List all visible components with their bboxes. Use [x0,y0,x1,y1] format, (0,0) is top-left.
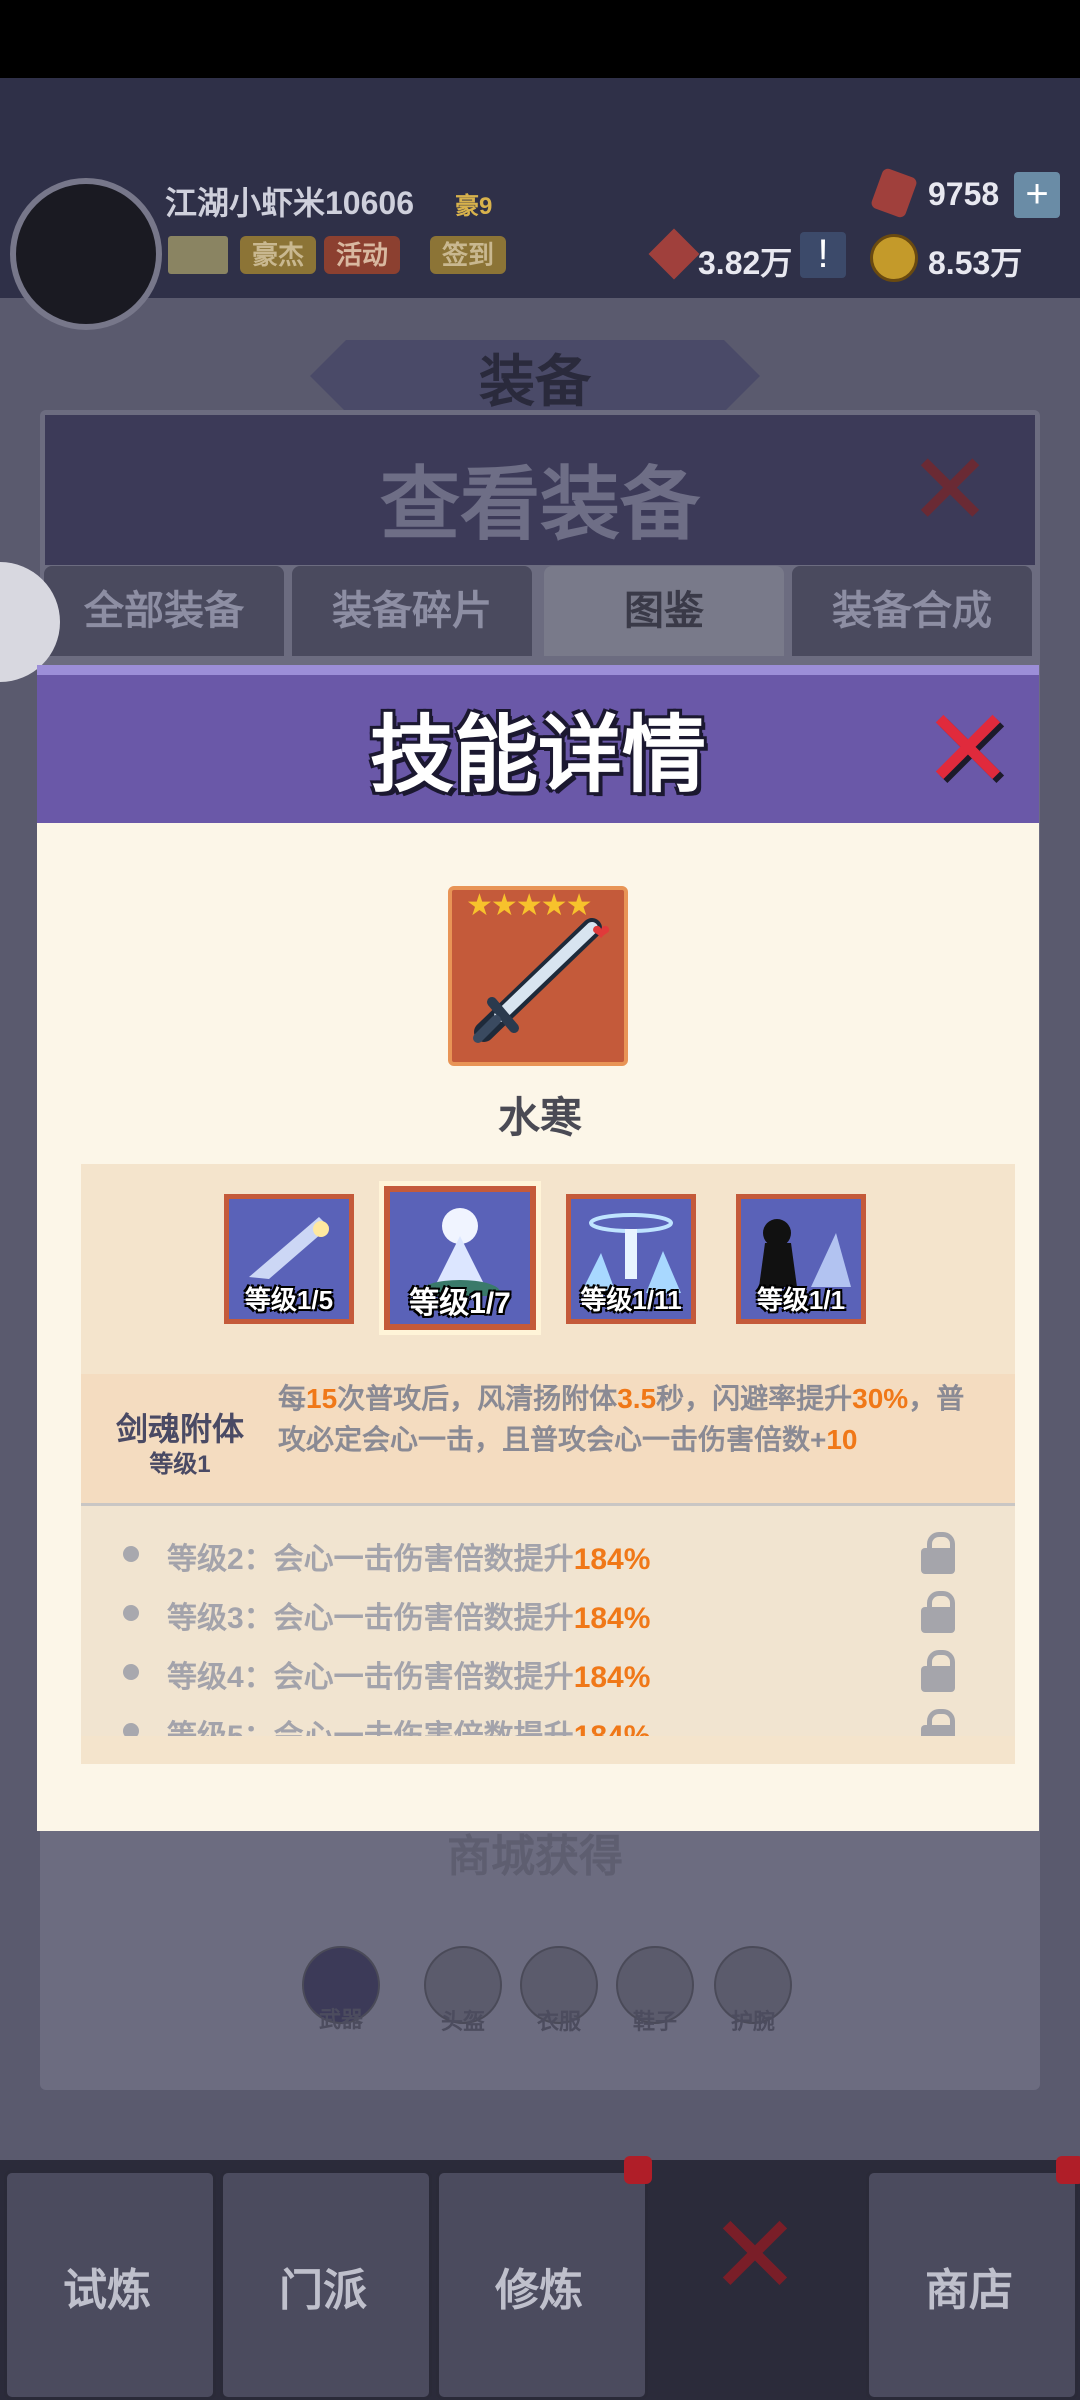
skill-icon-4[interactable]: 等级1/1 [736,1194,866,1324]
nav-trial-label: 试炼 [63,2266,151,2315]
skill-current-level: 等级1 [149,1451,211,1478]
rarity-stars: ★★★★★ [466,889,592,922]
skill-level-3: 等级1/11 [580,1285,682,1315]
slot-shoes-label: 鞋子 [632,2009,677,2034]
nav-sect-label: 门派 [279,2266,367,2315]
vip-badge: 豪9 [455,193,493,220]
desc-value: 3.5 [617,1383,657,1414]
skill-icon-2-selected[interactable]: 等级1/7 [379,1181,541,1335]
desc-value: 10 [826,1424,858,1455]
upgrade-row: 等级2：会心一击伤害倍数提升184% [81,1526,1015,1582]
nav-close-icon[interactable]: ✕ [652,2196,858,2316]
upgrade-value: 184% [574,1720,651,1736]
skill-description: 每15次普攻后，风清扬附体3.5秒，闪避率提升30%，普攻必定会心一击，且普攻会… [278,1378,978,1460]
favorite-heart-icon: ❤ [592,920,611,945]
nav-shop-badge [1056,2156,1080,2184]
upgrade-value: 184% [573,1602,651,1635]
bullet [123,1605,139,1621]
skill-icon-3[interactable]: 等级1/11 [566,1194,696,1324]
slot-weapon-label: 武器 [318,2007,363,2032]
slot-clothes-label: 衣服 [536,2009,581,2034]
upgrade-text: 等级2：会心一击伤害倍数提升184% [167,1534,650,1578]
upgrade-value: 184% [573,1661,651,1694]
red-currency-info-button[interactable]: ! [800,232,846,278]
upgrade-text: 等级5：会心一击伤害倍数提升184% [167,1711,650,1736]
pill-signin[interactable]: 签到 [430,236,507,274]
skill-icon-1[interactable]: 等级1/5 [224,1194,354,1324]
pill-activity[interactable]: 活动 [324,236,401,274]
modal-close-icon[interactable]: ✕ [918,695,1018,805]
weapon-name: 水寒 [497,1094,582,1141]
desc-value: 30% [852,1383,909,1414]
upgrade-row: 等级5：会心一击伤害倍数提升184% [81,1703,1015,1736]
upgrade-row: 等级3：会心一击伤害倍数提升184% [81,1585,1015,1641]
player-top-bar [0,78,1080,298]
upgrade-label: 等级3：会心一击伤害倍数提升 [167,1602,574,1635]
slot-bracers-label: 护腕 [730,2009,775,2034]
nav-shop-label: 商店 [925,2266,1013,2315]
desc-text: 秒，闪避率提升 [656,1383,853,1414]
tab-equipment-fragments[interactable]: 装备碎片 [292,566,532,656]
lock-icon [921,1532,955,1574]
skill-art-1 [249,1217,329,1279]
lock-icon [921,1650,955,1692]
nav-cultivation-label: 修炼 [495,2266,583,2315]
red-currency-count: 3.82万 [698,245,793,281]
modal-title: 技能详情 [369,708,706,802]
upgrade-label: 等级5：会心一击伤害倍数提升 [167,1720,574,1736]
upgrade-row: 等级4：会心一击伤害倍数提升184% [81,1644,1015,1700]
avatar[interactable] [10,178,162,330]
desc-text: 每 [278,1383,307,1414]
pill-haojie[interactable]: 豪杰 [240,236,317,274]
upgrade-label: 等级2：会心一击伤害倍数提升 [167,1543,574,1576]
skill-level-1: 等级1/5 [244,1285,334,1315]
skill-level-4: 等级1/1 [756,1285,846,1315]
upgrade-text: 等级3：会心一击伤害倍数提升184% [167,1593,650,1637]
player-name: 江湖小虾米10606 [165,185,414,221]
skill-level-2: 等级1/7 [409,1287,511,1320]
desc-text: 次普攻后，风清扬附体 [337,1383,618,1414]
view-equipment-close-icon[interactable]: ✕ [900,440,1000,540]
bullet [123,1723,139,1736]
mail-icon[interactable] [168,236,228,274]
view-equipment-title: 查看装备 [380,460,700,549]
upgrade-text: 等级4：会心一击伤害倍数提升184% [167,1652,650,1696]
tab-collection[interactable]: 图鉴 [544,566,784,656]
bullet [123,1546,139,1562]
equipment-banner: 装备 [310,340,760,412]
gold-count: 8.53万 [928,245,1023,281]
gold-coin-icon [870,234,918,282]
add-gem-button[interactable]: + [1014,172,1060,218]
desc-value: 15 [306,1383,338,1414]
tab-equipment-synthesis[interactable]: 装备合成 [792,566,1032,656]
slot-helmet-label: 头盔 [440,2009,485,2034]
lock-icon [921,1709,955,1736]
upgrade-value: 184% [573,1543,651,1576]
modal-header-highlight [37,665,1039,675]
upgrade-list[interactable]: 等级2：会心一击伤害倍数提升184% 等级3：会心一击伤害倍数提升184% 等级… [81,1506,1015,1736]
upgrade-list-footer [81,1736,1015,1764]
upgrade-label: 等级4：会心一击伤害倍数提升 [167,1661,574,1694]
gem-count: 9758 [928,176,1000,212]
nav-cultivation-badge [624,2156,652,2184]
lock-icon [921,1591,955,1633]
tab-all-equipment[interactable]: 全部装备 [44,566,284,656]
status-bar [0,0,1080,78]
bullet [123,1664,139,1680]
